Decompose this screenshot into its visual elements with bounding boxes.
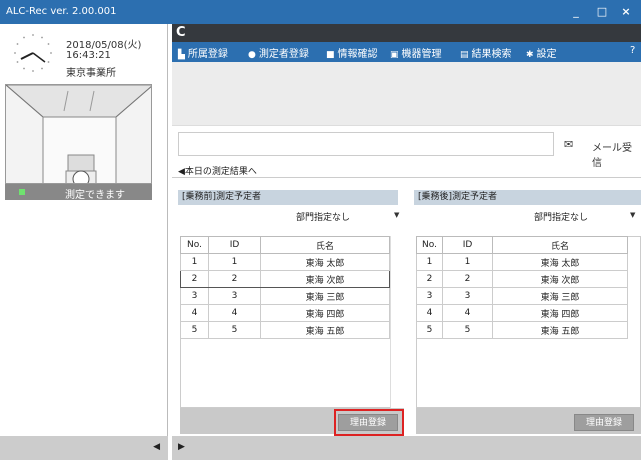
table-row[interactable]: 1 1 東海 太郎 <box>416 253 628 271</box>
book-icon: ■ <box>326 50 335 60</box>
help-button[interactable]: ? <box>630 45 635 56</box>
collapse-left-arrow-icon[interactable]: ◀ <box>153 442 160 452</box>
mail-receive-button[interactable]: メール受信 <box>592 139 641 169</box>
col-id: ID <box>442 236 493 254</box>
table-row[interactable]: 5 5 東海 五郎 <box>416 321 628 339</box>
mail-bar: ✉ メール受信 <box>172 132 641 169</box>
menu-search[interactable]: ▤ 結果検索 <box>460 45 512 60</box>
menu-devices[interactable]: ▣ 機器管理 <box>390 45 442 60</box>
before-dept-select[interactable]: 部門指定なし <box>296 210 350 223</box>
table-row[interactable]: 1 1 東海 太郎 <box>180 253 390 271</box>
office-name: 東京事業所 <box>66 68 116 79</box>
table-row[interactable]: 3 3 東海 三郎 <box>180 287 390 305</box>
window-title: ALC-Rec ver. 2.00.001 <box>6 6 117 17</box>
app-topbar: C <box>172 24 641 42</box>
right-footer: ▶ <box>172 436 641 460</box>
title-bar: ALC-Rec ver. 2.00.001 _ □ × <box>0 0 641 24</box>
table-row[interactable]: 4 4 東海 四郎 <box>180 304 390 322</box>
current-date: 2018/05/08(火) <box>66 40 142 51</box>
maximize-button[interactable]: □ <box>592 3 612 21</box>
menu-register-person[interactable]: ● 測定者登録 <box>248 45 309 60</box>
minimize-button[interactable]: _ <box>566 3 586 21</box>
left-panel: 2018/05/08(火) 16:43:21 東京事業所 測定できます <box>0 24 168 436</box>
person-icon: ● <box>248 50 256 60</box>
table-row[interactable]: 5 5 東海 五郎 <box>180 321 390 339</box>
left-footer: ◀ <box>0 436 168 460</box>
gear-icon: ✱ <box>526 50 534 60</box>
highlight-box <box>334 409 404 436</box>
before-dropdown-icon[interactable]: ▼ <box>394 211 399 219</box>
current-time: 16:43:21 <box>66 50 111 61</box>
after-table: No. ID 氏名 1 1 東海 太郎 2 2 東海 次郎 3 3 東海 三郎 4 4 東海 四… <box>416 236 628 339</box>
building-icon: ▙ <box>178 50 185 60</box>
main-toolbar: ▙ 所属登録 ● 測定者登録 ■ 情報確認 ▣ 機器管理 ▤ 結果検索 ✱ 設定 ? <box>172 42 641 62</box>
message-input[interactable] <box>178 132 554 156</box>
today-results-link[interactable]: ◀本日の測定結果へ <box>178 164 257 177</box>
col-id: ID <box>208 236 261 254</box>
status-bar: 測定できます <box>5 184 152 201</box>
status-indicator <box>19 189 25 195</box>
close-button[interactable]: × <box>616 3 636 21</box>
col-name: 氏名 <box>260 236 390 254</box>
menu-info[interactable]: ■ 情報確認 <box>326 45 378 60</box>
after-reason-button[interactable]: 理由登録 <box>574 414 634 431</box>
table-row-selected[interactable]: 2 2 東海 次郎 <box>180 270 390 288</box>
refresh-icon[interactable]: C <box>176 25 186 40</box>
ribbon-area <box>172 62 641 126</box>
menu-settings[interactable]: ✱ 設定 <box>526 45 557 60</box>
before-panel-title: [乗務前]測定予定者 <box>178 190 398 205</box>
col-no: No. <box>180 236 209 254</box>
col-no: No. <box>416 236 443 254</box>
table-row[interactable]: 3 3 東海 三郎 <box>416 287 628 305</box>
after-panel-title: [乗務後]測定予定者 <box>414 190 641 205</box>
table-row[interactable]: 2 2 東海 次郎 <box>416 270 628 288</box>
after-dept-select[interactable]: 部門指定なし <box>534 210 588 223</box>
menu-affiliation[interactable]: ▙ 所属登録 <box>178 45 228 60</box>
col-name: 氏名 <box>492 236 628 254</box>
expand-right-arrow-icon[interactable]: ▶ <box>178 442 185 452</box>
booth-image <box>6 85 151 183</box>
before-table: No. ID 氏名 1 1 東海 太郎 2 2 東海 次郎 3 3 東海 三郎 4 4 東海 四… <box>180 236 390 339</box>
device-icon: ▣ <box>390 50 399 60</box>
clock-icon <box>14 34 52 72</box>
camera-view <box>5 84 152 184</box>
after-dropdown-icon[interactable]: ▼ <box>630 211 635 219</box>
status-text: 測定できます <box>65 190 125 201</box>
before-scrollbar[interactable] <box>390 236 404 408</box>
table-row[interactable]: 4 4 東海 四郎 <box>416 304 628 322</box>
main-area: [乗務前]測定予定者 部門指定なし ▼ No. ID 氏名 1 1 東海 太郎 22… <box>172 178 641 436</box>
mail-icon[interactable]: ✉ <box>564 138 573 151</box>
calendar-icon: ▤ <box>460 50 469 60</box>
